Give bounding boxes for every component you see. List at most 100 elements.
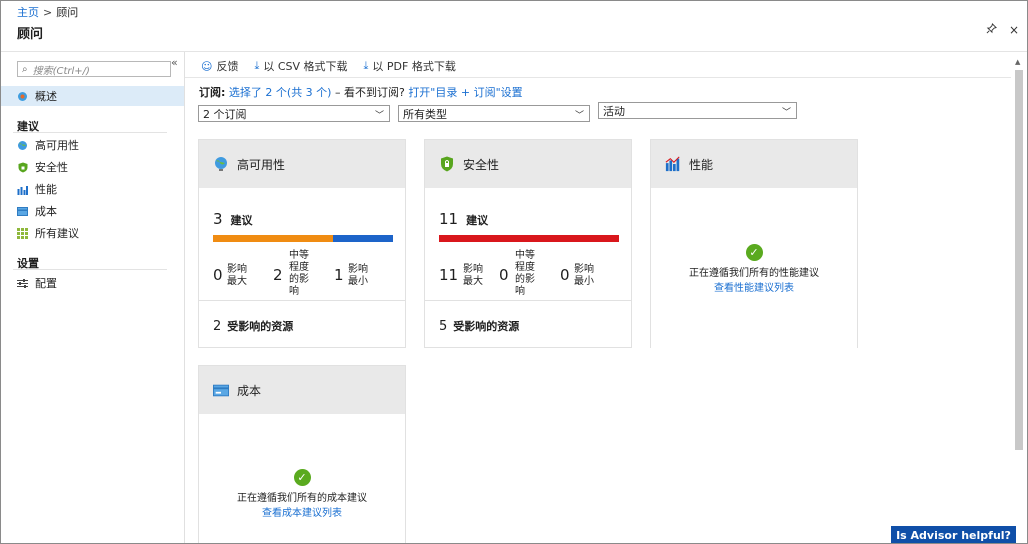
low-impact-count: 0 [560, 266, 570, 284]
download-csv-label: 以 CSV 格式下载 [263, 60, 348, 73]
globe-icon [17, 140, 28, 151]
view-performance-list-link[interactable]: 查看性能建议列表 [651, 279, 857, 294]
sidebar-item-config[interactable]: 配置 [1, 273, 184, 293]
card-divider [199, 300, 405, 301]
view-cost-list-link[interactable]: 查看成本建议列表 [199, 504, 405, 519]
high-impact-count: 0 [213, 266, 223, 284]
toolbar: ☺ 反馈 ⤓ 以 CSV 格式下载 ⤓ 以 PDF 格式下载 [201, 58, 456, 74]
medium-impact-label: 中等程度的影响 [289, 250, 309, 297]
card-header: 高可用性 [199, 140, 405, 188]
sidebar-item-performance[interactable]: 性能 [1, 179, 184, 199]
high-impact-count: 11 [439, 266, 459, 284]
overview-icon [17, 91, 28, 102]
performance-card[interactable]: 性能 ✓ 正在遵循我们所有的性能建议 查看性能建议列表 [650, 139, 858, 348]
all-followed-panel: ✓ 正在遵循我们所有的成本建议 查看成本建议列表 [199, 469, 405, 519]
sidebar-item-label: 高可用性 [35, 139, 79, 152]
sidebar-item-label: 所有建议 [35, 227, 79, 240]
all-followed-text: 正在遵循我们所有的成本建议 [237, 493, 367, 504]
all-followed-panel: ✓ 正在遵循我们所有的性能建议 查看性能建议列表 [651, 244, 857, 294]
sidebar: ⌕ 搜索(Ctrl+/) « 概述 建议 高可用性 安全性 性能 成本 所有建议… [1, 52, 185, 543]
sidebar-item-all[interactable]: 所有建议 [1, 223, 184, 243]
breadcrumb-home-link[interactable]: 主页 [17, 6, 39, 19]
cost-card[interactable]: 成本 ✓ 正在遵循我们所有的成本建议 查看成本建议列表 [198, 365, 406, 543]
card-title: 成本 [237, 383, 262, 398]
affected-resources: 5 受影响的资源 [439, 318, 519, 334]
count-value: 11 [439, 210, 459, 228]
recommendation-count: 3 建议 [213, 210, 253, 228]
open-directory-settings-link[interactable]: 打开"目录 + 订阅"设置 [408, 86, 522, 99]
page-title: 顾问 [17, 27, 44, 42]
subscription-label: 订阅: [199, 86, 226, 99]
sidebar-item-availability[interactable]: 高可用性 [1, 135, 184, 155]
globe-icon [213, 156, 229, 172]
availability-card[interactable]: 高可用性 3 建议 0 影响最大 2 中等程度的影响 1 影响最小 2 受影响的… [198, 139, 406, 348]
card-header: 成本 [199, 366, 405, 414]
download-pdf-button[interactable]: ⤓ 以 PDF 格式下载 [364, 58, 456, 74]
sliders-icon [17, 278, 28, 289]
smiley-icon: ☺ [201, 59, 213, 73]
sidebar-item-label: 成本 [35, 205, 57, 218]
card-header: 性能 [651, 140, 857, 188]
shield-icon [17, 162, 28, 173]
medium-impact-count: 2 [273, 266, 283, 284]
card-header: 安全性 [425, 140, 631, 188]
affected-resources: 2 受影响的资源 [213, 318, 293, 334]
search-input[interactable]: ⌕ 搜索(Ctrl+/) [17, 61, 171, 77]
select-value: 所有类型 [403, 107, 447, 121]
pin-icon[interactable] [986, 23, 997, 37]
low-impact-count: 1 [334, 266, 344, 284]
checkmark-icon: ✓ [745, 244, 763, 261]
toolbar-divider [185, 77, 1011, 78]
sidebar-item-security[interactable]: 安全性 [1, 157, 184, 177]
collapse-sidebar-button[interactable]: « [171, 56, 178, 69]
chevron-down-icon: ﹀ [781, 108, 791, 118]
subscription-filter-select[interactable]: 2 个订阅 ﹀ [198, 105, 390, 122]
select-value: 2 个订阅 [203, 107, 247, 121]
breadcrumb-current: 顾问 [56, 6, 79, 19]
vertical-scrollbar[interactable]: ▲ [1014, 58, 1024, 543]
download-csv-button[interactable]: ⤓ 以 CSV 格式下载 [254, 58, 347, 74]
selected-subscriptions-link[interactable]: 选择了 2 个(共 3 个) [229, 86, 332, 99]
search-placeholder: 搜索(Ctrl+/) [32, 65, 90, 77]
sidebar-item-cost[interactable]: 成本 [1, 201, 184, 221]
impact-bar-segment [213, 235, 334, 242]
sidebar-divider [13, 132, 167, 133]
impact-breakdown: 0 影响最大 2 中等程度的影响 1 影响最小 [213, 250, 393, 300]
status-filter-select[interactable]: 活动 ﹀ [598, 102, 797, 119]
count-value: 3 [213, 210, 223, 228]
impact-bar [213, 235, 393, 242]
grid-icon [17, 227, 28, 239]
high-impact-label: 影响最大 [227, 264, 247, 287]
scrollbar-thumb[interactable] [1015, 70, 1023, 450]
scroll-up-icon[interactable]: ▲ [1015, 58, 1020, 66]
shield-icon [439, 156, 455, 172]
recommendation-count: 11 建议 [439, 210, 488, 228]
impact-bar-segment [439, 235, 619, 242]
resources-label: 受影响的资源 [453, 320, 520, 333]
count-label: 建议 [466, 214, 489, 227]
advisor-window: 主页 > 顾问 顾问 × ⌕ 搜索(Ctrl+/) « 概述 建议 高可用性 安… [0, 0, 1028, 544]
chevron-down-icon: ﹀ [374, 111, 384, 121]
search-icon: ⌕ [22, 63, 28, 75]
is-advisor-helpful-button[interactable]: Is Advisor helpful? [891, 526, 1016, 543]
bar-chart-icon [17, 184, 28, 195]
select-value: 活动 [603, 104, 625, 118]
card-divider [425, 300, 631, 301]
sidebar-item-label: 性能 [35, 183, 57, 196]
medium-impact-label: 中等程度的影响 [515, 250, 535, 297]
feedback-button[interactable]: ☺ 反馈 [201, 58, 238, 74]
security-card[interactable]: 安全性 11 建议 11 影响最大 0 中等程度的影响 0 影响最小 5 受影响… [424, 139, 632, 348]
close-icon[interactable]: × [1009, 23, 1019, 37]
chevron-down-icon: ﹀ [574, 111, 584, 121]
all-followed-text: 正在遵循我们所有的性能建议 [689, 268, 819, 279]
sidebar-item-label: 配置 [35, 277, 57, 290]
impact-bar-segment [333, 235, 393, 242]
card-title: 高可用性 [237, 157, 286, 172]
type-filter-select[interactable]: 所有类型 ﹀ [398, 105, 590, 122]
download-icon: ⤓ [363, 59, 369, 72]
subscription-line: 订阅: 选择了 2 个(共 3 个) – 看不到订阅? 打开"目录 + 订阅"设… [199, 84, 523, 100]
impact-bar [439, 235, 619, 242]
sidebar-item-overview[interactable]: 概述 [1, 86, 184, 106]
card-title: 安全性 [463, 157, 500, 172]
breadcrumb-separator: > [43, 6, 53, 19]
